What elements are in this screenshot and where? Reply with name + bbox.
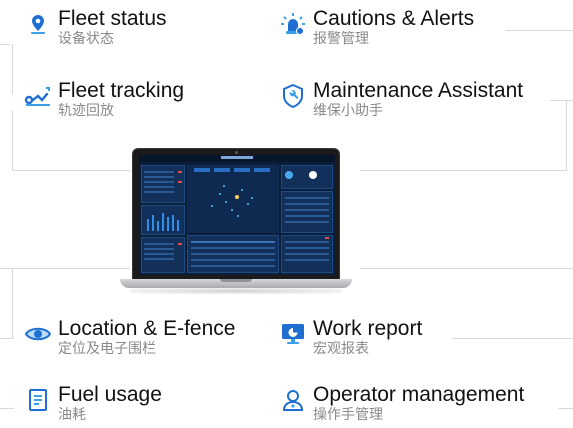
connector-line [0,44,10,45]
feature-subtitle: 油耗 [58,406,86,422]
feature-fleet-status[interactable]: Fleet status 设备状态 [24,8,167,46]
connector-line [558,408,573,409]
laptop-dashboard-image [120,148,352,294]
connector-line [12,110,13,170]
laptop-lid [132,148,340,280]
feature-subtitle: 操作手管理 [313,406,383,422]
connector-line [360,268,573,269]
feature-fuel-usage[interactable]: Fuel usage 油耗 [24,384,162,422]
connector-line [566,100,567,170]
feature-title: Work report [313,317,423,340]
operator-icon [279,386,307,414]
feature-title: Cautions & Alerts [313,7,475,30]
connector-line [12,170,130,171]
feature-title: Fleet tracking [58,79,185,102]
feature-location-efence[interactable]: Location & E-fence 定位及电子围栏 [24,318,235,356]
feature-subtitle: 设备状态 [58,30,114,46]
feature-title: Location & E-fence [58,317,236,340]
connector-line [506,30,573,31]
connector-line [12,268,13,338]
feature-title: Fuel usage [58,383,162,406]
connector-line [0,408,14,409]
feature-subtitle: 维保小助手 [313,102,383,118]
connector-line [360,170,567,171]
alarm-light-icon [279,10,307,38]
dashboard-screenshot [139,155,335,275]
feature-subtitle: 轨迹回放 [58,102,114,118]
feature-title: Maintenance Assistant [313,79,524,102]
wrench-shield-icon [279,82,307,110]
feature-operator-management[interactable]: Operator management 操作手管理 [279,384,524,422]
laptop-notch [220,279,252,282]
features-page: Fleet status 设备状态 Cautions & Alerts 报警管理 [0,0,573,428]
eye-icon [24,320,52,348]
connector-line [452,338,573,339]
feature-maintenance-assistant[interactable]: Maintenance Assistant 维保小助手 [279,80,523,118]
dashboard-map [187,165,279,233]
connector-line [0,338,14,339]
connector-line [550,100,573,101]
location-pin-icon [24,10,52,38]
feature-subtitle: 宏观报表 [313,340,369,356]
connector-line [12,44,13,94]
fuel-document-icon [24,386,52,414]
feature-subtitle: 报警管理 [313,30,369,46]
route-icon [24,82,52,110]
camera-dot [235,151,238,154]
feature-subtitle: 定位及电子围栏 [58,340,156,356]
monitor-report-icon [279,320,307,348]
connector-line [0,268,130,269]
feature-work-report[interactable]: Work report 宏观报表 [279,318,422,356]
feature-title: Operator management [313,383,525,406]
feature-cautions-alerts[interactable]: Cautions & Alerts 报警管理 [279,8,474,46]
feature-title: Fleet status [58,7,167,30]
feature-fleet-tracking[interactable]: Fleet tracking 轨迹回放 [24,80,184,118]
